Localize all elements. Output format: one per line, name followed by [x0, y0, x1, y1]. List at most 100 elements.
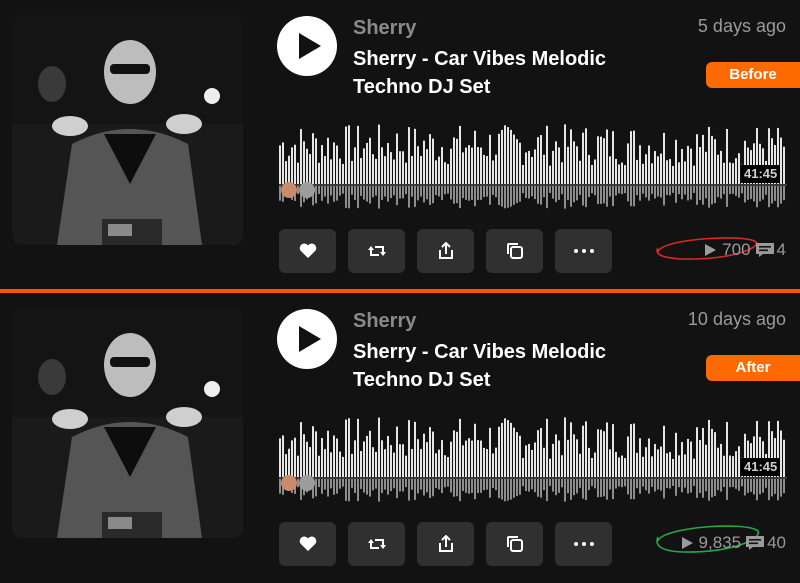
track-title[interactable]: Sherry - Car Vibes Melodic Techno DJ Set: [353, 45, 673, 101]
waveform-bar: [468, 438, 470, 477]
waveform-bar: [624, 458, 626, 477]
waveform-bar: [594, 159, 596, 184]
waveform-bar-reflection: [486, 186, 488, 197]
waveform-bar: [594, 452, 596, 477]
more-button[interactable]: [555, 229, 612, 273]
waveform[interactable]: [279, 122, 787, 210]
play-button[interactable]: [277, 309, 337, 369]
waveform-bar-reflection: [336, 479, 338, 494]
waveform-bar-reflection: [417, 479, 419, 494]
avatar[interactable]: [281, 475, 297, 491]
waveform-bar-reflection: [696, 479, 698, 498]
artist-name[interactable]: Sherry: [353, 17, 416, 40]
comment-count-value: 40: [767, 533, 786, 552]
avatar[interactable]: [281, 182, 297, 198]
comment-count[interactable]: 40: [745, 533, 786, 553]
waveform-bar-reflection: [600, 479, 602, 497]
share-icon: [438, 242, 453, 259]
waveform-bar-reflection: [711, 479, 713, 498]
waveform-bar: [393, 452, 395, 477]
share-button[interactable]: [417, 229, 474, 273]
waveform-bar-reflection: [339, 479, 341, 489]
waveform-bar: [546, 125, 548, 184]
waveform-bar-reflection: [513, 186, 515, 205]
waveform-bar-reflection: [714, 186, 716, 204]
waveform-bar-reflection: [465, 186, 467, 200]
artist-name[interactable]: Sherry: [353, 310, 416, 333]
repost-button[interactable]: [348, 522, 405, 566]
waveform-bar: [387, 143, 389, 184]
play-count[interactable]: 700: [705, 240, 751, 260]
waveform-bar-reflection: [612, 479, 614, 500]
waveform-bar-reflection: [474, 186, 476, 207]
waveform-bar: [678, 162, 680, 184]
waveform-bar: [498, 426, 500, 477]
repost-button[interactable]: [348, 229, 405, 273]
waveform-bar-reflection: [483, 479, 485, 491]
waveform-bar-reflection: [396, 186, 398, 206]
waveform-bar: [312, 133, 314, 184]
waveform-bar-reflection: [690, 479, 692, 493]
avatar[interactable]: [299, 475, 315, 491]
waveform-bar: [531, 156, 533, 184]
waveform-bar: [483, 154, 485, 184]
more-button[interactable]: [555, 522, 612, 566]
waveform-bar: [663, 425, 665, 477]
like-button[interactable]: [279, 229, 336, 273]
waveform-bar: [399, 444, 401, 477]
track-artwork[interactable]: [12, 307, 243, 538]
copy-link-button[interactable]: [486, 229, 543, 273]
waveform-bar-reflection: [543, 479, 545, 491]
waveform-bar: [390, 445, 392, 477]
waveform-bar-reflection: [657, 479, 659, 490]
waveform-bar-reflection: [615, 186, 617, 196]
like-button[interactable]: [279, 522, 336, 566]
play-count-icon: [705, 244, 717, 256]
waveform-bar: [780, 430, 782, 477]
share-button[interactable]: [417, 522, 474, 566]
waveform-bar-reflection: [477, 186, 479, 201]
repost-icon: [367, 246, 386, 256]
waveform-bar: [543, 447, 545, 477]
play-count[interactable]: 9,835: [681, 533, 741, 553]
waveform-bar-reflection: [459, 186, 461, 209]
waveform-bar-reflection: [735, 479, 737, 489]
waveform-bar: [327, 137, 329, 184]
waveform-bar: [549, 458, 551, 477]
track-artwork[interactable]: [12, 14, 243, 245]
waveform-bar: [324, 449, 326, 477]
waveform-bar: [612, 131, 614, 184]
waveform-bar: [369, 137, 371, 184]
waveform-bar-reflection: [321, 479, 323, 494]
waveform-bar-reflection: [453, 479, 455, 497]
waveform-bar-reflection: [651, 186, 653, 194]
comment-count[interactable]: 4: [755, 240, 786, 260]
waveform-bar: [453, 430, 455, 477]
waveform-bar-reflection: [705, 479, 707, 492]
waveform-bar-reflection: [402, 186, 404, 199]
waveform-bar-reflection: [522, 186, 524, 194]
waveform-bar-reflection: [660, 479, 662, 491]
waveform[interactable]: [279, 415, 787, 503]
waveform-bar-reflection: [777, 186, 779, 208]
waveform-bar-reflection: [705, 186, 707, 199]
waveform-bar-reflection: [324, 186, 326, 197]
waveform-bar-reflection: [627, 186, 629, 202]
waveform-bar-reflection: [492, 186, 494, 195]
avatar[interactable]: [299, 182, 315, 198]
waveform-bar: [312, 426, 314, 477]
waveform-bar: [363, 148, 365, 184]
waveform-bar: [444, 162, 446, 184]
waveform-bar-reflection: [690, 186, 692, 200]
track-post-before: Sherry Sherry - Car Vibes Melodic Techno…: [0, 0, 800, 290]
copy-link-button[interactable]: [486, 522, 543, 566]
waveform-bar-reflection: [594, 479, 596, 489]
play-button[interactable]: [277, 16, 337, 76]
track-title[interactable]: Sherry - Car Vibes Melodic Techno DJ Set: [353, 338, 673, 394]
waveform-bar-reflection: [654, 479, 656, 492]
waveform-bar-reflection: [687, 186, 689, 201]
waveform-bar: [585, 128, 587, 184]
waveform-bar: [585, 421, 587, 477]
waveform-bar-reflection: [666, 479, 668, 489]
waveform-bar-reflection: [387, 479, 389, 495]
